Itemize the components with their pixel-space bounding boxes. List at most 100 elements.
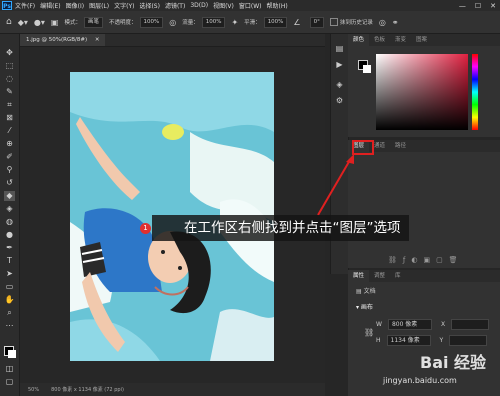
move-tool-icon[interactable]: ✥ [4,48,15,58]
y-input[interactable] [449,335,488,346]
tab-paths[interactable]: 路径 [390,140,411,152]
symmetry-icon[interactable]: ⚭ [392,18,399,27]
adjustments-panel-icon[interactable]: ⚙ [334,96,345,106]
tools-panel: ✥ ⬚ ◌ ✎ ⌗ ⊠ ⁄ ⊕ ✐ ⚲ ↺ ◆ ◈ ◍ ● ✒ T ➤ ▭ ✋ … [0,34,20,396]
frame-tool-icon[interactable]: ⊠ [4,113,15,123]
flow-input[interactable]: 100% [201,16,226,28]
tab-properties[interactable]: 属性 [348,270,370,282]
path-select-tool-icon[interactable]: ➤ [4,269,15,279]
color-panel: 颜色 色板 渐变 图案 [348,34,500,137]
width-input[interactable]: 800 像素 [387,319,432,330]
x-label: X [440,321,446,328]
home-icon[interactable]: ⌂ [6,17,12,27]
smoothing-input[interactable]: 100% [263,16,288,28]
tab-adjustments[interactable]: 调整 [369,270,390,282]
menu-3d[interactable]: 3D(D) [190,2,208,9]
airbrush-icon[interactable]: ✦ [231,18,238,27]
artboard-tool-icon[interactable]: ⬚ [4,61,15,71]
pressure-size-icon[interactable]: ◎ [379,18,386,27]
options-bar: ⌂ ◆▾ ●▾ ▣ 模式： 画笔 不透明度： 100% ◎ 流量： 100% ✦… [0,11,500,34]
menu-filter[interactable]: 滤镜(T) [165,1,185,10]
zoom-tool-icon[interactable]: ⌕ [4,308,15,318]
menu-file[interactable]: 文件(F) [15,1,35,10]
brush-tool-icon[interactable]: ✐ [4,152,15,162]
flow-label: 流量： [182,20,199,26]
erase-history-checkbox[interactable] [329,18,338,26]
brush-size-icon[interactable]: ●▾ [34,18,45,27]
rectangle-tool-icon[interactable]: ▭ [4,282,15,292]
menu-layer[interactable]: 图层(L) [89,1,109,10]
status-bar: 50% 800 像素 x 1134 像素 (72 ppi) [20,383,325,396]
mode-select[interactable]: 画笔 [83,16,103,28]
zoom-level[interactable]: 50% [28,387,39,393]
tab-libraries[interactable]: 库 [390,270,406,282]
menu-window[interactable]: 窗口(W) [239,1,262,10]
tab-swatches[interactable]: 色板 [369,34,390,46]
document-size: 800 像素 x 1134 像素 (72 ppi) [51,387,124,393]
smoothing-label: 平滑： [244,20,261,26]
step-badge: 1 [140,223,151,234]
healing-brush-tool-icon[interactable]: ⊕ [4,139,15,149]
actions-panel-icon[interactable]: ▶ [334,60,345,70]
layers-panel: 图层 通道 路径 ⛓ƒ◐▣▢🗑 [348,140,500,268]
menu-view[interactable]: 视图(V) [213,1,234,10]
callout-arrow [317,154,354,216]
tab-gradients[interactable]: 渐变 [390,34,411,46]
color-field[interactable] [376,54,468,130]
clone-stamp-tool-icon[interactable]: ⚲ [4,165,15,175]
menu-type[interactable]: 文字(Y) [114,1,134,10]
eraser-tool-icon[interactable]: ◆ [4,191,15,201]
menu-select[interactable]: 选择(S) [139,1,160,10]
menu-image[interactable]: 图像(I) [66,1,84,10]
more-tools-icon[interactable]: ⋯ [4,321,15,331]
angle-icon: ∠ [293,17,301,27]
paint-bucket-tool-icon[interactable]: ◈ [4,204,15,214]
link-icon[interactable]: ⛓ [364,328,374,337]
brush-panel-icon[interactable]: ◈ [334,80,345,90]
brush-settings-icon[interactable]: ▣ [51,18,59,27]
opacity-input[interactable]: 100% [139,16,164,28]
baidu-watermark: Bai 经验 [420,353,487,372]
hand-tool-icon[interactable]: ✋ [4,295,15,305]
minimize-icon[interactable]: — [459,2,466,10]
canvas-section-title: ▾ 画布 [356,304,373,311]
document-tab-bar: 1.jpg @ 50%(RGB/8#) ✕ [20,34,325,47]
document-icon: ▤ [356,288,364,295]
x-input[interactable] [451,319,490,330]
menu-bar: Ps 文件(F) 编辑(E) 图像(I) 图层(L) 文字(Y) 选择(S) 滤… [0,0,500,11]
dodge-tool-icon[interactable]: ● [4,230,15,240]
tab-color[interactable]: 颜色 [348,34,370,46]
type-tool-icon[interactable]: T [4,256,15,266]
menu-help[interactable]: 帮助(H) [267,1,288,10]
y-label: Y [439,337,444,344]
document-tab[interactable]: 1.jpg @ 50%(RGB/8#) ✕ [20,34,106,46]
blur-tool-icon[interactable]: ◍ [4,217,15,227]
history-panel-icon[interactable]: ▤ [334,44,345,54]
pen-tool-icon[interactable]: ✒ [4,243,15,253]
eyedropper-tool-icon[interactable]: ⁄ [4,126,15,136]
close-tab-icon[interactable]: ✕ [95,37,100,43]
tab-patterns[interactable]: 图案 [411,34,432,46]
width-label: W [376,321,382,328]
height-input[interactable]: 1134 像素 [386,335,431,346]
menu-edit[interactable]: 编辑(E) [40,1,60,10]
quick-select-tool-icon[interactable]: ✎ [4,87,15,97]
angle-input[interactable]: 0° [309,16,324,28]
document-tab-label: 1.jpg @ 50%(RGB/8#) [26,37,88,43]
history-brush-tool-icon[interactable]: ↺ [4,178,15,188]
photoshop-logo: Ps [2,1,12,10]
quick-mask-icon[interactable]: ◫ [4,364,15,374]
color-background-swatch[interactable] [363,65,371,73]
pressure-opacity-icon[interactable]: ◎ [169,18,176,27]
eraser-preset-icon[interactable]: ◆▾ [18,18,28,27]
opacity-label: 不透明度： [108,20,137,26]
background-color-swatch[interactable] [8,350,16,358]
document-label: 文档 [363,288,376,295]
close-icon[interactable]: ✕ [490,2,496,10]
crop-tool-icon[interactable]: ⌗ [4,100,15,110]
screen-mode-icon[interactable]: ▢ [4,377,15,387]
maximize-icon[interactable]: ☐ [475,2,481,10]
lasso-tool-icon[interactable]: ◌ [4,74,15,84]
hue-slider[interactable] [472,54,478,130]
layers-footer-icons[interactable]: ⛓ƒ◐▣▢🗑 [388,256,464,264]
